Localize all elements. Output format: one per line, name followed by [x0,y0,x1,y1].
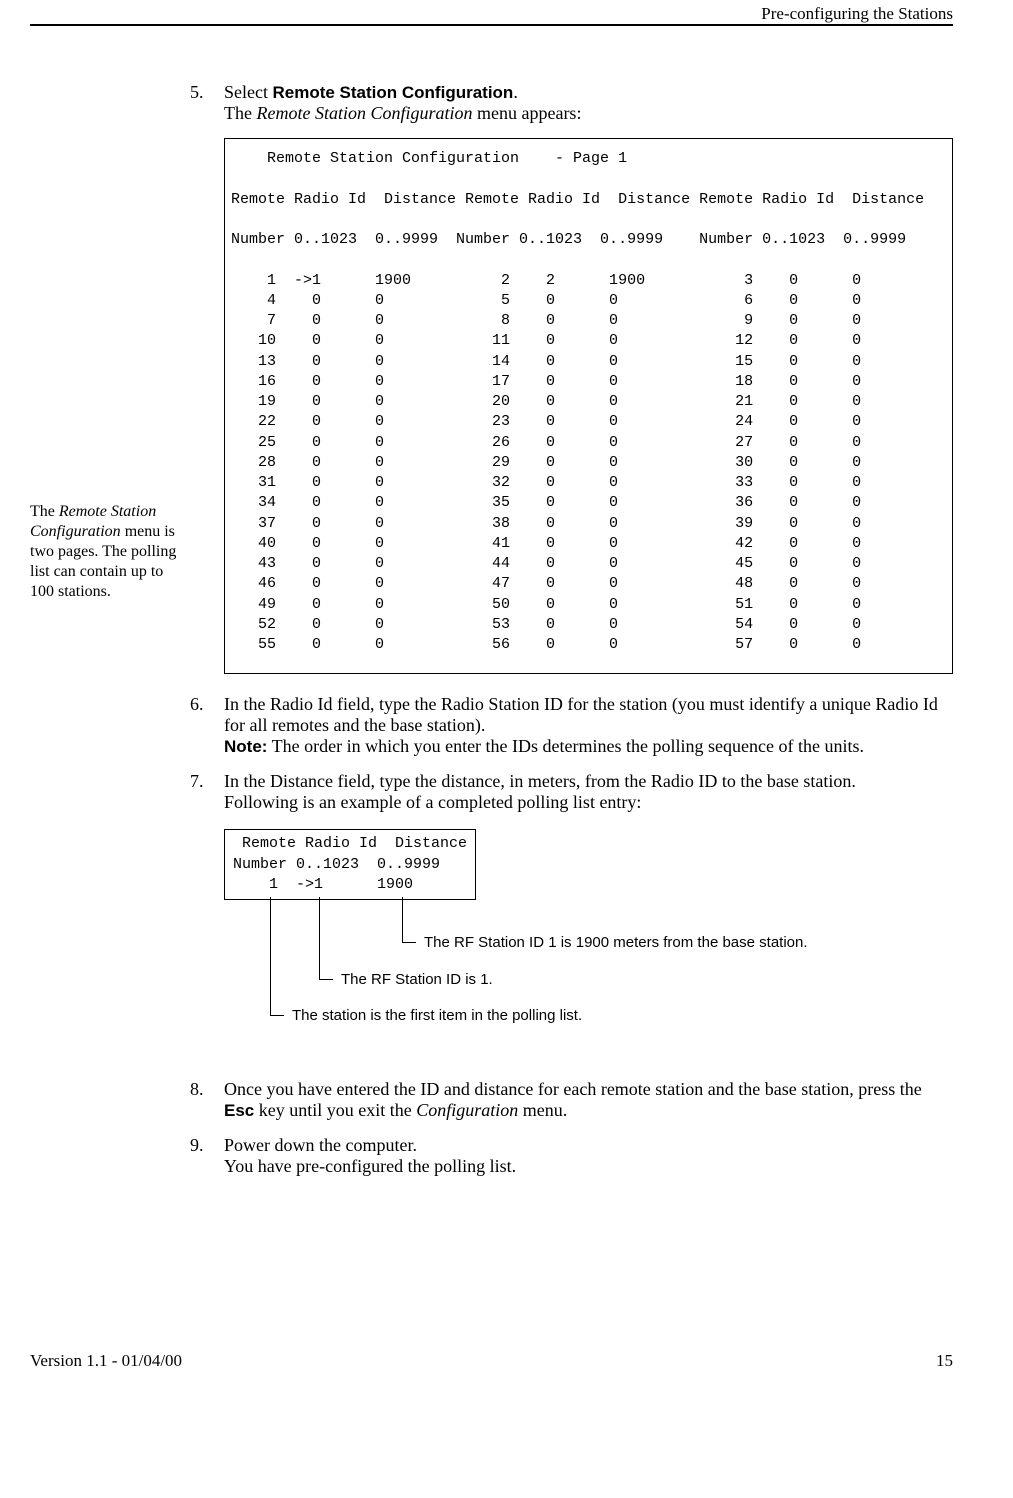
margin-note-t1: The [30,503,59,520]
step-7-text: In the Distance field, type the distance… [224,771,953,813]
terminal-row: 25 0 0 26 0 0 27 0 0 [231,434,861,451]
example-l1: Remote Radio Id Distance [233,835,467,852]
terminal-row: 34 0 0 35 0 0 36 0 0 [231,494,861,511]
step-7-p2: Following is an example of a completed p… [224,792,641,812]
leader-line [270,897,271,1015]
step-5-tail: . [513,82,518,102]
step-number: 5. [190,82,224,124]
terminal-row: 28 0 0 29 0 0 30 0 0 [231,454,861,471]
page-footer: Version 1.1 - 01/04/00 15 [0,1351,1013,1371]
terminal-row: 52 0 0 53 0 0 54 0 0 [231,616,861,633]
leader-line [319,897,320,979]
instruction-list-cont: 6. In the Radio Id field, type the Radio… [190,694,953,813]
step-number: 7. [190,771,224,813]
terminal-row: 10 0 0 11 0 0 12 0 0 [231,332,861,349]
footer-version: Version 1.1 - 01/04/00 [30,1351,182,1371]
page: Pre-configuring the Stations 5. Select R… [0,0,1013,1231]
terminal-row: 22 0 0 23 0 0 24 0 0 [231,413,861,430]
terminal-row: 13 0 0 14 0 0 15 0 0 [231,353,861,370]
callout-distance: The RF Station ID 1 is 1900 meters from … [424,934,808,951]
step-8-p1e: menu. [518,1100,567,1120]
step-8-p1b: Esc [224,1101,254,1120]
terminal-row: 19 0 0 20 0 0 21 0 0 [231,393,861,410]
terminal-row: 43 0 0 44 0 0 45 0 0 [231,555,861,572]
terminal-row: 55 0 0 56 0 0 57 0 0 [231,636,861,653]
terminal-row: 46 0 0 47 0 0 48 0 0 [231,575,861,592]
example-l2: Number 0..1023 0..9999 [233,856,440,873]
step-5-lead: Select [224,82,272,102]
callout-polling-order: The station is the first item in the pol… [292,1007,582,1024]
step-8-text: Once you have entered the ID and distanc… [224,1079,953,1121]
step-6-p1: In the Radio Id field, type the Radio St… [224,694,938,735]
callout-station-id: The RF Station ID is 1. [341,971,493,988]
terminal-row: 31 0 0 32 0 0 33 0 0 [231,474,861,491]
instruction-list: 5. Select Remote Station Configuration. … [190,82,953,124]
step-5-text: Select Remote Station Configuration. The… [224,82,953,124]
terminal-row: 40 0 0 41 0 0 42 0 0 [231,535,861,552]
terminal-row: 37 0 0 38 0 0 39 0 0 [231,515,861,532]
step-5-line2b: menu appears: [472,103,581,123]
terminal-row: 1 ->1 1900 2 2 1900 3 0 0 [231,272,861,289]
step-7-p1: In the Distance field, type the distance… [224,771,856,791]
header-right-text: Pre-configuring the Stations [761,4,953,24]
step-8-p1d: Configuration [416,1100,518,1120]
step-6-note-label: Note: [224,737,267,756]
terminal-row: 4 0 0 5 0 0 6 0 0 [231,292,861,309]
terminal-row: 7 0 0 8 0 0 9 0 0 [231,312,861,329]
step-5: 5. Select Remote Station Configuration. … [190,82,953,124]
terminal-row: 16 0 0 17 0 0 18 0 0 [231,373,861,390]
leader-elbow [319,979,333,980]
leader-elbow [402,942,416,943]
step-number: 6. [190,694,224,757]
step-5-line2a: The [224,103,256,123]
leader-line [402,897,403,942]
terminal-output: Remote Station Configuration - Page 1 Re… [224,138,953,674]
terminal-title: Remote Station Configuration - Page 1 [231,150,627,167]
step-number: 8. [190,1079,224,1121]
step-9-p2: You have pre-configured the polling list… [224,1156,516,1176]
example-diagram: Remote Radio Id Distance Number 0..1023 … [224,829,953,1039]
step-8: 8. Once you have entered the ID and dist… [190,1079,953,1121]
step-6-note-text: The order in which you enter the IDs det… [267,736,864,756]
step-6: 6. In the Radio Id field, type the Radio… [190,694,953,757]
terminal-hdr1: Remote Radio Id Distance Remote Radio Id… [231,191,924,208]
step-9-text: Power down the computer. You have pre-co… [224,1135,953,1177]
instruction-list-cont2: 8. Once you have entered the ID and dist… [190,1079,953,1177]
step-5-bold: Remote Station Configuration [272,83,513,102]
content-column: 5. Select Remote Station Configuration. … [190,82,953,1177]
step-9-p1: Power down the computer. [224,1135,417,1155]
terminal-row: 49 0 0 50 0 0 51 0 0 [231,596,861,613]
footer-page-number: 15 [936,1351,953,1371]
step-7: 7. In the Distance field, type the dista… [190,771,953,813]
header-rule: Pre-configuring the Stations [30,24,953,52]
step-8-p1c: key until you exit the [254,1100,416,1120]
leader-elbow [270,1015,284,1016]
step-number: 9. [190,1135,224,1177]
margin-note: The Remote Station Configuration menu is… [30,502,185,602]
step-9: 9. Power down the computer. You have pre… [190,1135,953,1177]
step-5-line2i: Remote Station Configuration [256,103,472,123]
example-l3: 1 ->1 1900 [233,876,413,893]
example-terminal: Remote Radio Id Distance Number 0..1023 … [224,829,476,900]
step-8-p1a: Once you have entered the ID and distanc… [224,1079,922,1099]
terminal-hdr2: Number 0..1023 0..9999 Number 0..1023 0.… [231,231,906,248]
step-6-text: In the Radio Id field, type the Radio St… [224,694,953,757]
